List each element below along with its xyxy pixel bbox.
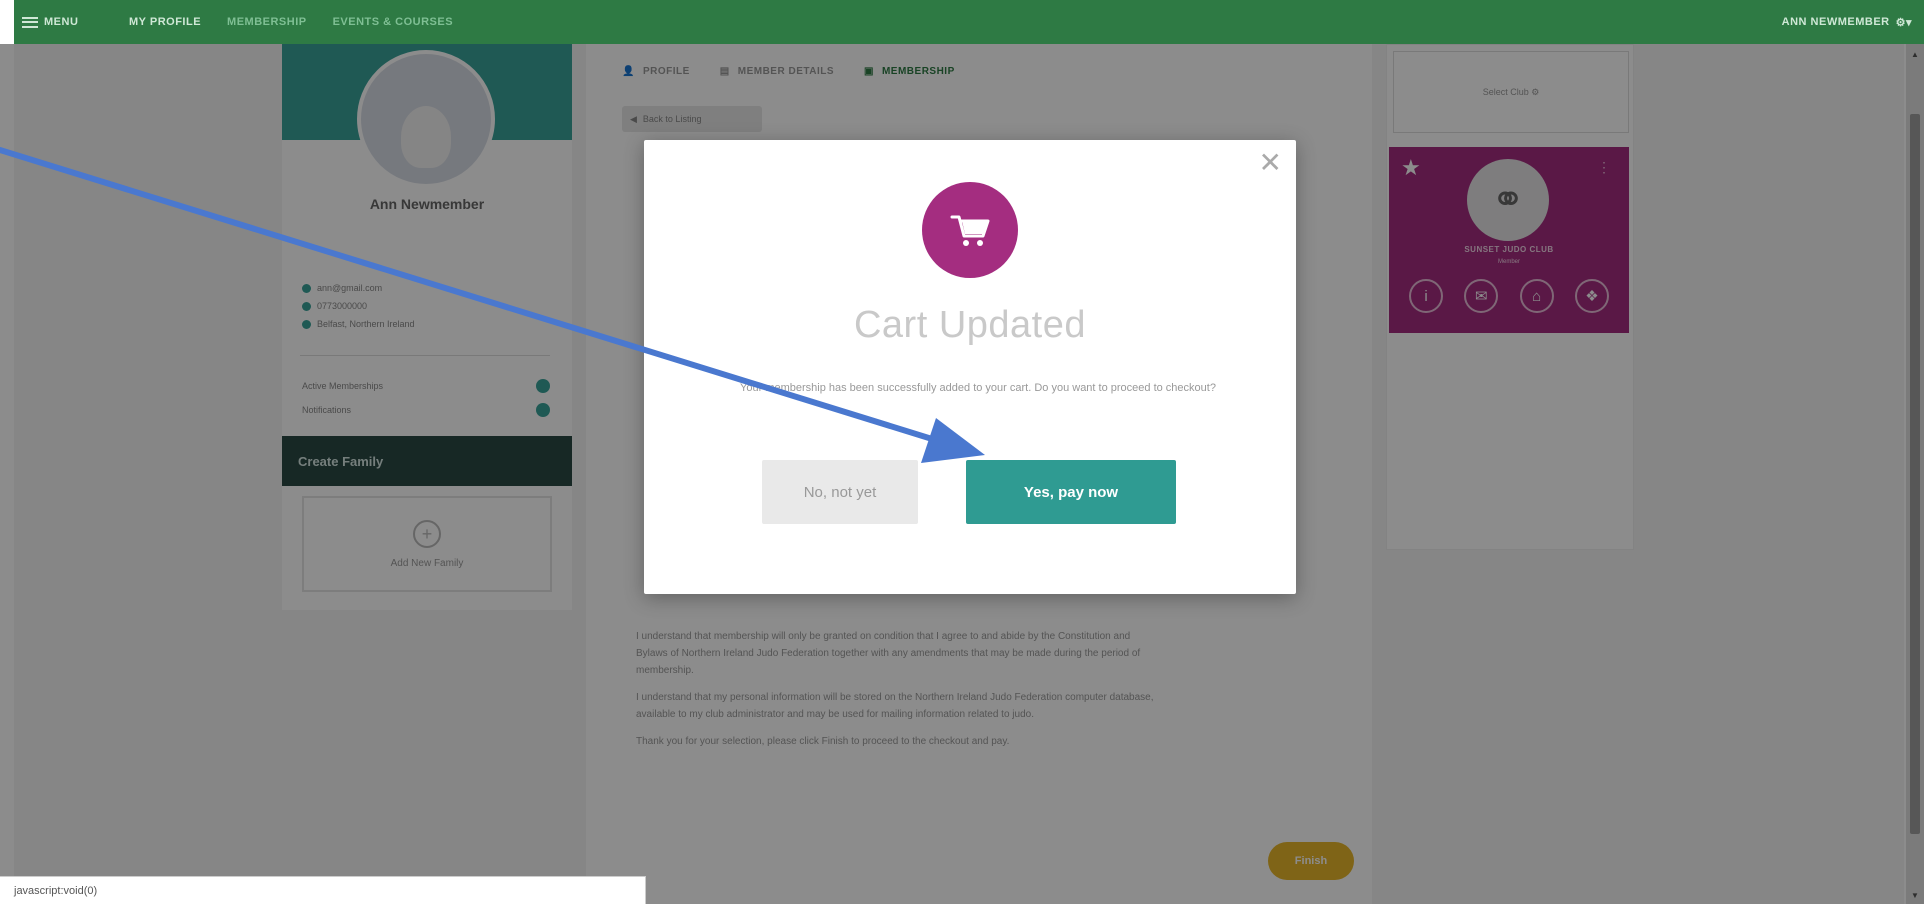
menu-label: MENU [44, 16, 79, 28]
nav-membership[interactable]: MEMBERSHIP [227, 16, 307, 28]
user-gear-icon: ⚙▾ [1895, 16, 1912, 29]
cart-updated-dialog: ✕ Cart Updated Your membership has been … [644, 140, 1296, 594]
close-icon[interactable]: ✕ [1259, 146, 1282, 179]
no-not-yet-button[interactable]: No, not yet [762, 460, 918, 524]
menu-button[interactable]: MENU [14, 16, 129, 28]
dialog-message: Your membership has been successfully ad… [740, 382, 1216, 394]
cart-icon [922, 182, 1018, 278]
yes-pay-now-button[interactable]: Yes, pay now [966, 460, 1176, 524]
status-bar: javascript:void(0) [0, 876, 646, 904]
hamburger-icon [22, 16, 38, 28]
nav-events[interactable]: EVENTS & COURSES [333, 16, 453, 28]
nav-my-profile[interactable]: MY PROFILE [129, 16, 201, 28]
dialog-title: Cart Updated [853, 304, 1086, 346]
top-nav: MENU MY PROFILE MEMBERSHIP EVENTS & COUR… [14, 0, 1924, 44]
user-menu[interactable]: ANN NEWMEMBER ⚙▾ [1782, 16, 1912, 29]
user-name: ANN NEWMEMBER [1781, 16, 1890, 28]
